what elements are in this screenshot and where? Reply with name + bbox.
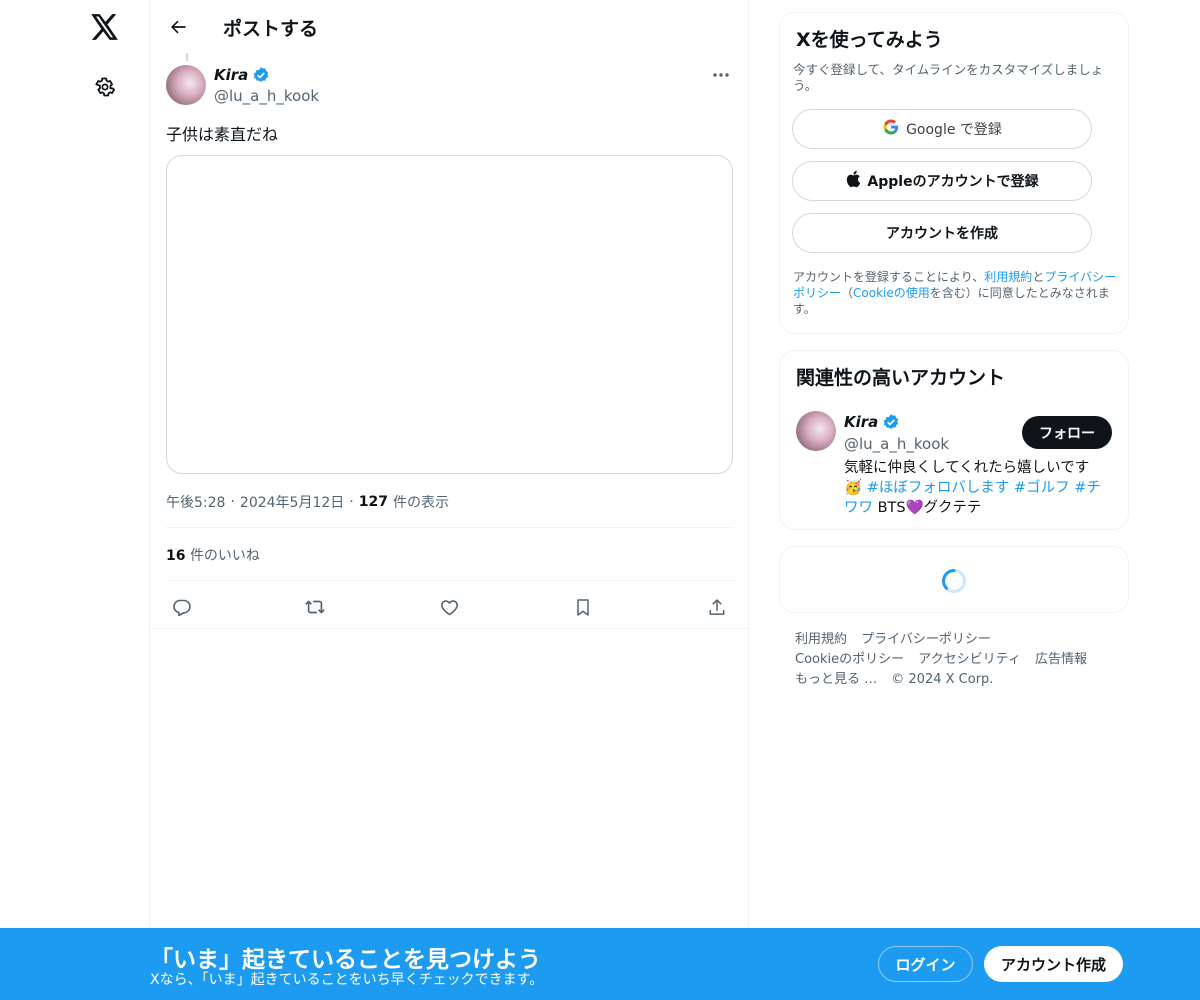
terms-link[interactable]: 利用規約 bbox=[984, 270, 1032, 284]
like-icon[interactable] bbox=[434, 592, 464, 622]
loading-spinner-icon bbox=[941, 568, 967, 594]
divider bbox=[166, 580, 734, 581]
signup-subtitle: 今すぐ登録して、タイムラインをカスタマイズしましょう。 bbox=[793, 62, 1104, 93]
related-name[interactable]: Kira bbox=[844, 413, 878, 431]
views-count: 127 bbox=[358, 494, 388, 510]
create-account-button[interactable]: アカウントを作成 bbox=[792, 213, 1092, 253]
footer-link[interactable]: アクセシビリティ bbox=[918, 652, 1021, 667]
more-options-icon[interactable] bbox=[710, 64, 732, 86]
create-account-label: アカウントを作成 bbox=[886, 226, 998, 242]
terms-pre: アカウントを登録することにより、 bbox=[793, 270, 985, 284]
bio-tail: BTS💜グクテテ bbox=[877, 500, 982, 516]
main-column: ポストする Kira @lu_a_h_kook 子供は素直だね 午後5:28 ·… bbox=[149, 0, 750, 1000]
thread-line bbox=[186, 53, 188, 61]
divider bbox=[166, 527, 734, 528]
share-icon[interactable] bbox=[702, 592, 732, 622]
action-bar bbox=[166, 590, 734, 620]
cookie-link[interactable]: Cookieの使用 bbox=[853, 286, 930, 300]
google-signup-button[interactable]: Google で登録 bbox=[792, 109, 1092, 149]
gear-icon[interactable] bbox=[91, 73, 119, 101]
reply-icon[interactable] bbox=[166, 592, 196, 622]
loading-card bbox=[779, 546, 1129, 613]
banner-subtitle: Xなら、「いま」起きていることをいち早くチェックできます。 bbox=[150, 972, 544, 988]
terms-and: と bbox=[1032, 270, 1045, 284]
post-media[interactable] bbox=[166, 155, 733, 474]
back-arrow-icon[interactable] bbox=[164, 13, 192, 41]
verified-badge-icon bbox=[882, 413, 900, 431]
author-name[interactable]: Kira bbox=[214, 66, 248, 84]
terms-mid: （ bbox=[841, 286, 854, 300]
apple-icon bbox=[845, 170, 861, 192]
footer-link[interactable]: Cookieのポリシー bbox=[795, 652, 904, 667]
footer: 利用規約 プライバシーポリシー Cookieのポリシー アクセシビリティ 広告情… bbox=[795, 630, 1125, 690]
post-date[interactable]: 2024年5月12日 bbox=[240, 492, 344, 512]
related-title: 関連性の高いアカウント bbox=[796, 367, 1006, 389]
related-accounts-card: 関連性の高いアカウント Kira @lu_a_h_kook フォロー 気軽に仲良… bbox=[779, 350, 1129, 530]
party-emoji: 🥳 bbox=[844, 480, 863, 496]
meta-separator-2: · bbox=[349, 494, 354, 510]
page-title: ポストする bbox=[223, 18, 319, 40]
footer-link[interactable]: もっと見る … bbox=[795, 672, 877, 687]
post-text: 子供は素直だね bbox=[166, 125, 279, 144]
related-name-row[interactable]: Kira bbox=[844, 413, 900, 431]
left-nav bbox=[0, 0, 150, 1000]
likes-label: 件のいいね bbox=[189, 548, 260, 564]
verified-badge-icon bbox=[252, 66, 270, 84]
apple-signup-button[interactable]: Appleのアカウントで登録 bbox=[792, 161, 1092, 201]
post-meta: 午後5:28 · 2024年5月12日 · 127 件の表示 bbox=[166, 492, 449, 512]
views-label: 件の表示 bbox=[392, 495, 449, 511]
post-time[interactable]: 午後5:28 bbox=[166, 492, 225, 512]
footer-link[interactable]: 広告情報 bbox=[1035, 652, 1087, 667]
header: ポストする bbox=[150, 0, 750, 53]
footer-link[interactable]: プライバシーポリシー bbox=[861, 632, 991, 647]
signup-button[interactable]: アカウント作成 bbox=[984, 946, 1123, 982]
footer-link[interactable]: 利用規約 bbox=[795, 632, 847, 647]
follow-button[interactable]: フォロー bbox=[1022, 416, 1112, 449]
copyright: © 2024 X Corp. bbox=[891, 672, 994, 687]
google-icon bbox=[882, 118, 900, 140]
related-bio: 気軽に仲良くしてくれたら嬉しいです 🥳 #ほぼフォロバします #ゴルフ #チワワ… bbox=[844, 458, 1114, 518]
terms-text: アカウントを登録することにより、利用規約とプライバシーポリシー（Cookieの使… bbox=[793, 269, 1123, 317]
avatar[interactable] bbox=[166, 65, 206, 105]
bookmark-icon[interactable] bbox=[568, 592, 598, 622]
login-button[interactable]: ログイン bbox=[878, 946, 973, 982]
author-handle[interactable]: @lu_a_h_kook bbox=[214, 87, 319, 105]
related-handle[interactable]: @lu_a_h_kook bbox=[844, 435, 949, 453]
apple-signup-label: Appleのアカウントで登録 bbox=[867, 174, 1039, 190]
avatar[interactable] bbox=[796, 411, 836, 451]
x-logo-icon[interactable] bbox=[88, 10, 122, 44]
meta-separator: · bbox=[230, 494, 235, 510]
author-name-row[interactable]: Kira bbox=[214, 66, 270, 84]
bio-line: 気軽に仲良くしてくれたら嬉しいです bbox=[844, 460, 1090, 476]
google-signup-label: Google で登録 bbox=[906, 122, 1002, 138]
bio-line: 🥳 #ほぼフォロバします #ゴルフ #チワワ BTS💜グクテテ bbox=[844, 478, 1114, 518]
repost-icon[interactable] bbox=[300, 592, 330, 622]
signup-title: Xを使ってみよう bbox=[796, 29, 943, 51]
likes-count: 16 bbox=[166, 548, 186, 564]
divider bbox=[150, 628, 750, 629]
signup-card: Xを使ってみよう 今すぐ登録して、タイムラインをカスタマイズしましょう。 Goo… bbox=[779, 12, 1129, 334]
likes-link[interactable]: 16 件のいいね bbox=[166, 545, 260, 565]
